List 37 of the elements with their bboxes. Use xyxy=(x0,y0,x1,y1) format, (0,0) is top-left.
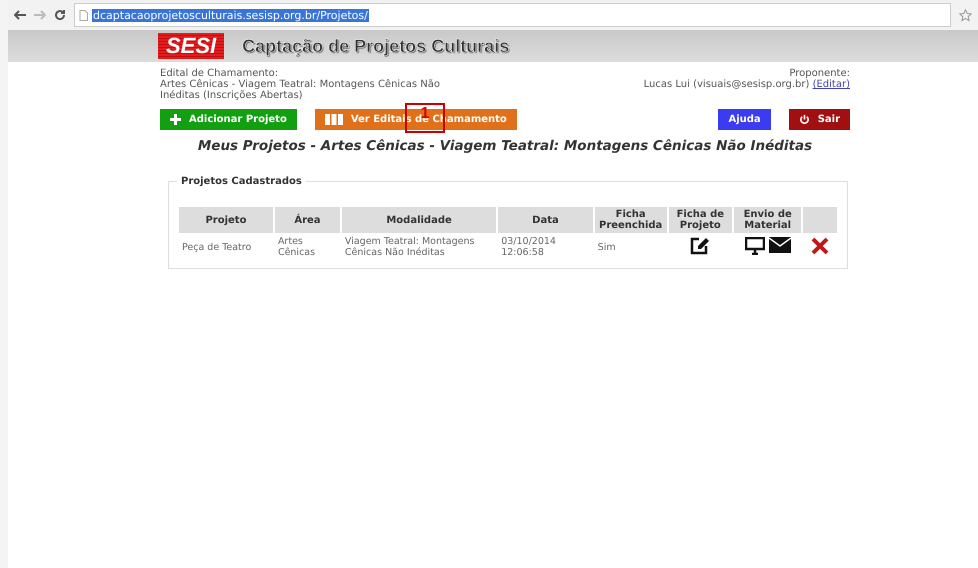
back-icon[interactable] xyxy=(14,10,26,20)
column-header: Data xyxy=(498,207,593,233)
column-header: Envio de Material xyxy=(734,207,802,233)
page-icon xyxy=(79,10,88,20)
logo: SESI xyxy=(158,33,224,59)
site-title: Captação de Projetos Culturais xyxy=(242,36,510,56)
star-icon[interactable] xyxy=(959,8,972,22)
proponente-label: Proponente: xyxy=(789,68,850,79)
edit-link[interactable]: (Editar) xyxy=(812,79,850,90)
plus-icon xyxy=(170,114,181,125)
column-header: Modalidade xyxy=(342,207,496,233)
table-cell-text: 03/10/2014 12:06:58 xyxy=(500,235,557,260)
edit-icon[interactable] xyxy=(690,237,710,255)
action-button[interactable]: Sair xyxy=(788,109,850,130)
address-bar[interactable]: dcaptacaoprojetosculturais.sesisp.org.br/Projetos/ xyxy=(74,3,951,27)
column-header: Área xyxy=(274,207,340,233)
columns-icon xyxy=(324,114,343,125)
column-header: Ficha Preenchida xyxy=(594,207,667,233)
delete-icon[interactable] xyxy=(811,237,830,255)
table-cell-text: Sim xyxy=(596,240,617,254)
proponente-value: Lucas Lui (visuais@sesisp.org.br) xyxy=(644,79,810,90)
edital-label: Edital de Chamamento: xyxy=(160,68,280,79)
power-icon xyxy=(798,114,810,125)
edital-value: Artes Cênicas - Viagem Teatral: Montagens Cênicas Não Inéditas (Inscrições Abertas) xyxy=(160,79,441,101)
url-text: dcaptacaoprojetosculturais.sesisp.org.br/Projetos/ xyxy=(92,8,369,22)
action-button[interactable]: Adicionar Projeto xyxy=(160,109,297,130)
monitor-icon[interactable] xyxy=(744,237,765,255)
table-cell-text: Artes Cênicas xyxy=(276,235,316,260)
column-header: Ficha de Projeto xyxy=(668,207,732,233)
panel-legend: Projetos Cadastrados xyxy=(177,176,306,187)
table-cell-text: Peça de Teatro xyxy=(181,240,252,254)
column-header: Projeto xyxy=(179,207,273,233)
page-heading: Meus Projetos - Artes Cênicas - Viagem Teatral: Montagens Cênicas Não Inéditas xyxy=(196,138,814,154)
reload-icon[interactable] xyxy=(54,9,66,21)
table-cell-text: Viagem Teatral: Montagens Cênicas Não Inéditas xyxy=(344,235,476,260)
action-button[interactable]: Ajuda xyxy=(718,109,771,130)
envelope-icon[interactable] xyxy=(768,237,791,253)
